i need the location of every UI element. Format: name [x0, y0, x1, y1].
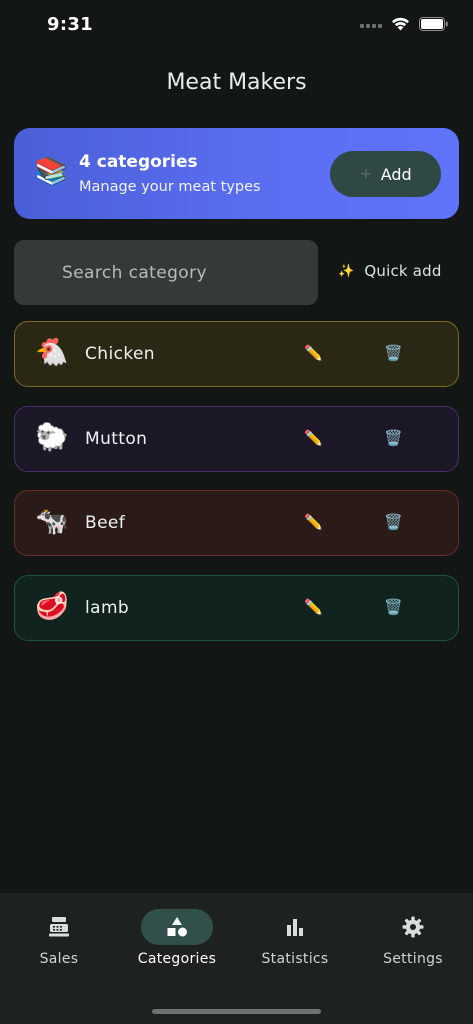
- quick-add-button[interactable]: ✨ Quick add: [338, 262, 442, 280]
- category-summary-banner: 📚 4 categories Manage your meat types + …: [14, 128, 459, 219]
- nav-item-settings[interactable]: Settings: [358, 909, 468, 967]
- nav-item-categories[interactable]: Categories: [122, 909, 232, 967]
- category-row-beef[interactable]: 🐄 Beef ✏️ 🗑️: [14, 490, 459, 557]
- pencil-icon[interactable]: ✏️: [304, 515, 323, 530]
- meat-icon: 🥩: [35, 590, 69, 622]
- cow-icon: 🐄: [35, 506, 69, 538]
- pencil-icon[interactable]: ✏️: [304, 599, 323, 615]
- banner-subtitle: Manage your meat types: [79, 179, 261, 195]
- category-name: Chicken: [85, 344, 155, 364]
- bar-chart-icon: [259, 909, 331, 945]
- category-row-mutton[interactable]: 🐑 Mutton ✏️ 🗑️: [14, 405, 459, 472]
- status-bar: 9:31: [0, 0, 473, 52]
- status-time: 9:31: [47, 14, 93, 35]
- screen: 9:31 Meat Makers 📚 4 categories Manage y…: [0, 0, 473, 1024]
- nav-item-sales[interactable]: Sales: [4, 909, 114, 967]
- sheep-icon: 🐑: [35, 421, 69, 453]
- category-row-chicken[interactable]: 🐔 Chicken ✏️ 🗑️: [14, 321, 459, 387]
- pencil-icon[interactable]: ✏️: [304, 346, 323, 361]
- home-indicator: [152, 1009, 321, 1014]
- trash-icon[interactable]: 🗑️: [384, 515, 403, 530]
- search-input[interactable]: [14, 240, 318, 305]
- trash-icon[interactable]: 🗑️: [384, 430, 403, 446]
- chicken-icon: 🐔: [35, 337, 69, 368]
- cash-register-icon: [23, 909, 95, 945]
- nav-label: Statistics: [261, 951, 329, 967]
- add-button-label: Add: [380, 164, 412, 184]
- search-box: [14, 240, 318, 305]
- page-title: Meat Makers: [166, 70, 307, 95]
- bottom-navigation: Sales Categories Statistics Settings: [0, 893, 473, 1024]
- nav-label: Sales: [39, 951, 79, 967]
- battery-icon: [419, 17, 449, 31]
- plus-icon: +: [359, 164, 373, 183]
- category-list: 🐔 Chicken ✏️ 🗑️ 🐑 Mutton ✏️ 🗑️ 🐄 Beef ✏️…: [14, 321, 459, 659]
- category-name: lamb: [85, 597, 130, 618]
- nav-label: Settings: [383, 951, 443, 967]
- quick-add-label: Quick add: [364, 262, 442, 280]
- wifi-icon: [391, 17, 410, 31]
- cellular-signal-icon: [360, 23, 382, 28]
- category-name: Mutton: [85, 428, 148, 449]
- status-icons: [360, 17, 449, 31]
- books-icon: 📚: [34, 156, 68, 187]
- category-row-lamb[interactable]: 🥩 lamb ✏️ 🗑️: [14, 574, 459, 641]
- category-name: Beef: [85, 513, 126, 534]
- nav-item-statistics[interactable]: Statistics: [240, 909, 350, 967]
- gear-icon: [377, 909, 449, 945]
- add-category-button[interactable]: + Add: [330, 151, 441, 197]
- nav-label: Categories: [137, 951, 217, 967]
- shapes-icon: [141, 909, 213, 945]
- pencil-icon[interactable]: ✏️: [304, 430, 323, 446]
- trash-icon[interactable]: 🗑️: [384, 599, 403, 615]
- sparkle-icon: ✨: [338, 263, 355, 279]
- category-count: 4 categories: [79, 152, 198, 172]
- trash-icon[interactable]: 🗑️: [384, 346, 403, 361]
